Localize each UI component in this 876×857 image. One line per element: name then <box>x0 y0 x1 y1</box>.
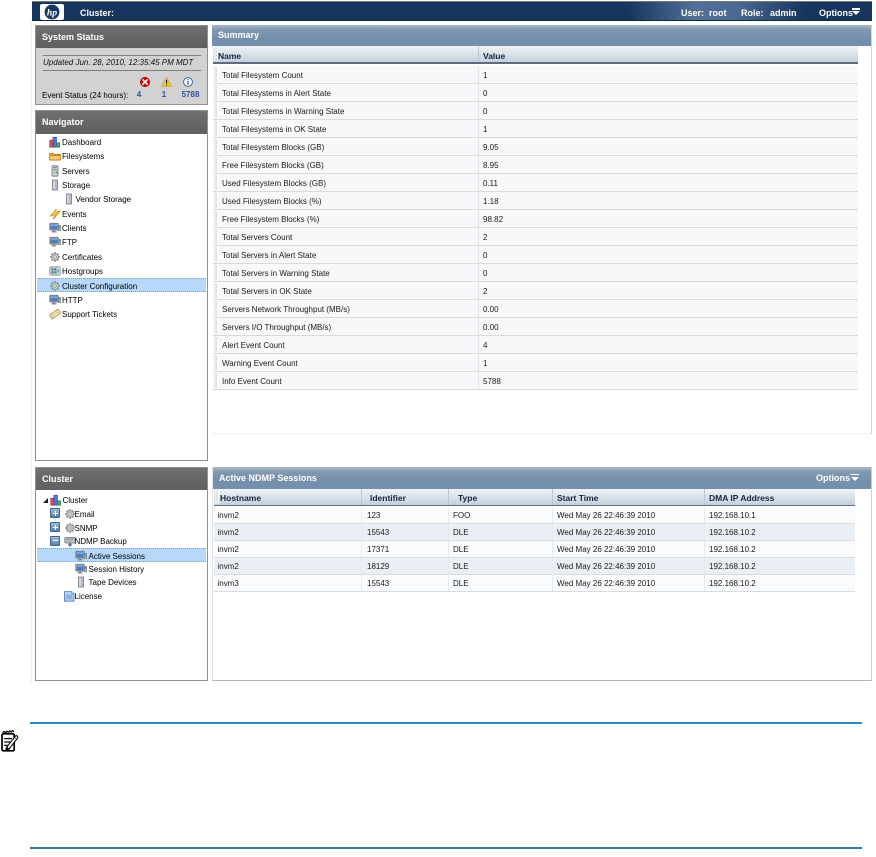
svg-text:hp: hp <box>46 7 56 18</box>
